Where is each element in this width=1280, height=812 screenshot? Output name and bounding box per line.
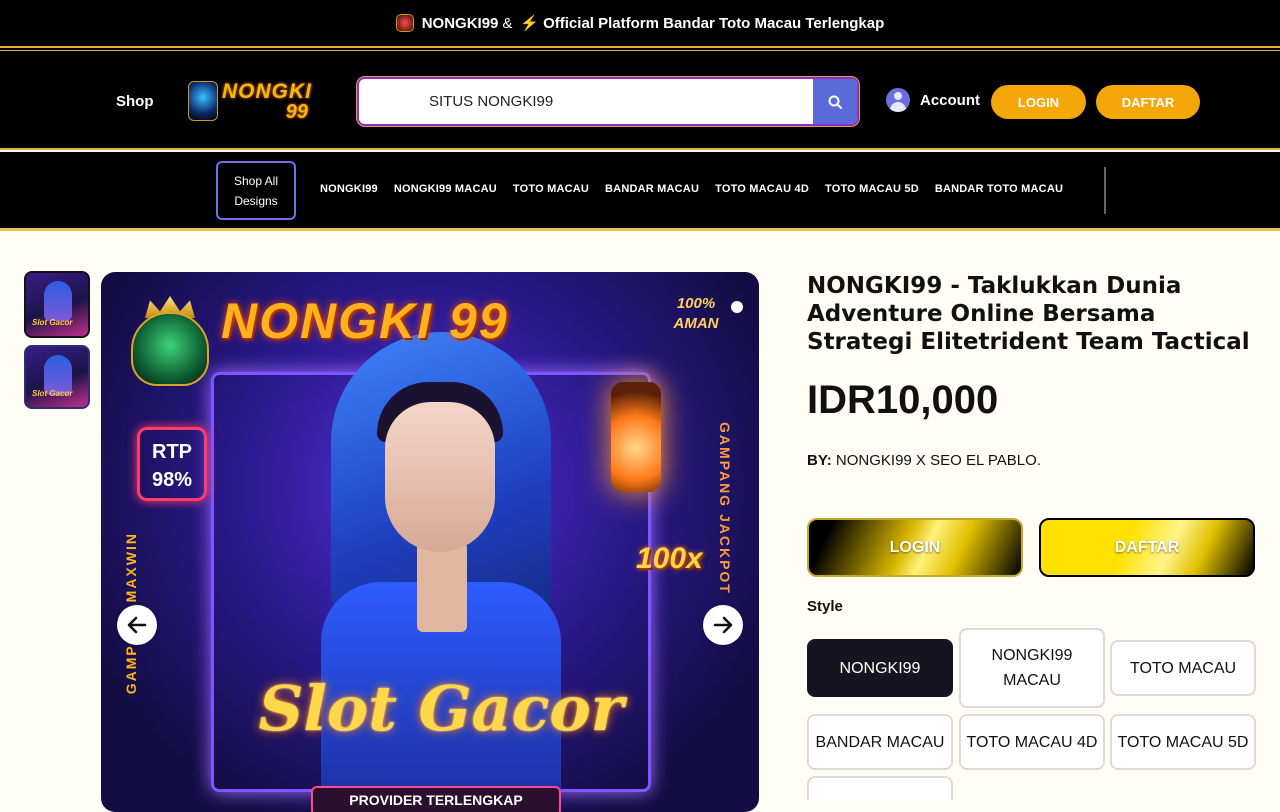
style-option-bandar-toto[interactable]: BANDAR TOTO [807,776,953,800]
product-image: NONGKI 99 100% AMAN RTP 98% 100x GAMPANG M… [101,272,759,812]
carousel-dot[interactable] [731,301,743,313]
logo-text: NONGKI [222,79,312,103]
next-image-button[interactable] [703,605,743,645]
arrow-right-icon [713,616,733,634]
daftar-cta-button[interactable]: DAFTAR [1039,518,1255,577]
nav-link-toto-macau[interactable]: TOTO MACAU [513,183,589,195]
shop-link[interactable]: Shop [116,93,154,110]
hero-title: NONGKI 99 [221,293,509,349]
logo-number: 99 [285,100,308,123]
announcement-bar: NONGKI99 & ⚡ Official Platform Bandar To… [0,0,1280,46]
shop-all-line2: Designs [234,193,278,208]
product-byline: BY: NONGKI99 X SEO EL PABLO. [807,452,1041,469]
hero-badge: 100% AMAN [673,295,719,332]
nav-divider [1104,167,1106,214]
provider-banner: PROVIDER TERLENGKAP [311,786,561,812]
gold-divider [0,148,1280,150]
previous-image-button[interactable] [117,605,157,645]
style-option-toto-macau-4d[interactable]: TOTO MACAU 4D [959,714,1105,770]
thumbnail-tagline: Slot Gacor [32,389,73,398]
side-text-right: GAMPANG JACKPOT [717,422,733,595]
search-bar [357,77,859,126]
lightning-icon: ⚡ [520,15,540,32]
style-option-nongki99-macau[interactable]: NONGKI99 MACAU [959,628,1105,708]
nav-link-toto-macau-4d[interactable]: TOTO MACAU 4D [715,183,809,195]
product-title: NONGKI99 - Taklukkan Dunia Adventure Onl… [807,273,1250,355]
announcement-brand: NONGKI99 [421,14,499,32]
shop-all-line1: Shop All [233,173,279,188]
gold-divider [0,46,1280,48]
daftar-button[interactable]: DAFTAR [1096,85,1200,119]
account-label: Account [920,91,980,109]
search-button[interactable] [813,79,857,124]
rtp-badge: RTP 98% [137,427,207,501]
gold-divider [0,50,1280,51]
search-icon [828,95,842,109]
style-option-nongki99[interactable]: NONGKI99 [807,639,953,697]
nav-links: NONGKI99 NONGKI99 MACAU TOTO MACAU BANDA… [320,183,1063,195]
style-label: Style [807,598,843,615]
nav-link-nongki99-macau[interactable]: NONGKI99 MACAU [394,183,497,195]
login-cta-button[interactable]: LOGIN [807,518,1023,577]
gorilla-mask-icon [188,81,218,121]
gorilla-mask-icon [131,312,209,386]
multiplier-badge: 100x [636,542,703,575]
nav-link-nongki99[interactable]: NONGKI99 [320,183,378,195]
gold-divider [0,228,1280,231]
style-option-bandar-macau[interactable]: BANDAR MACAU [807,714,953,770]
lantern-icon [611,382,661,492]
search-input[interactable] [359,79,815,124]
style-option-toto-macau-5d[interactable]: TOTO MACAU 5D [1110,714,1256,770]
announcement-amp: & [502,14,513,32]
style-option-toto-macau[interactable]: TOTO MACAU [1110,640,1256,696]
thumbnail-tagline: Slot Gacor [32,318,73,327]
nav-link-bandar-toto-macau[interactable]: BANDAR TOTO MACAU [935,183,1063,195]
product-thumbnail[interactable]: Slot Gacor [24,345,90,409]
user-avatar-icon [886,88,910,112]
site-logo[interactable]: NONGKI 99 [188,78,328,124]
shop-all-designs-button[interactable]: Shop All Designs [216,161,296,220]
byline-value: NONGKI99 X SEO EL PABLO. [835,452,1041,469]
hero-tagline: Slot Gacor [258,672,624,745]
byline-label: BY: [807,452,832,469]
product-price: IDR10,000 [807,378,999,422]
nav-link-toto-macau-5d[interactable]: TOTO MACAU 5D [825,183,919,195]
account-link[interactable]: Account [886,88,980,112]
announcement-text: Official Platform Bandar Toto Macau Terl… [543,14,885,32]
login-button[interactable]: LOGIN [991,85,1086,119]
product-thumbnail[interactable]: Slot Gacor [24,271,90,338]
nav-link-bandar-macau[interactable]: BANDAR MACAU [605,183,699,195]
arrow-left-icon [127,616,147,634]
gorilla-mask-icon [395,14,414,32]
